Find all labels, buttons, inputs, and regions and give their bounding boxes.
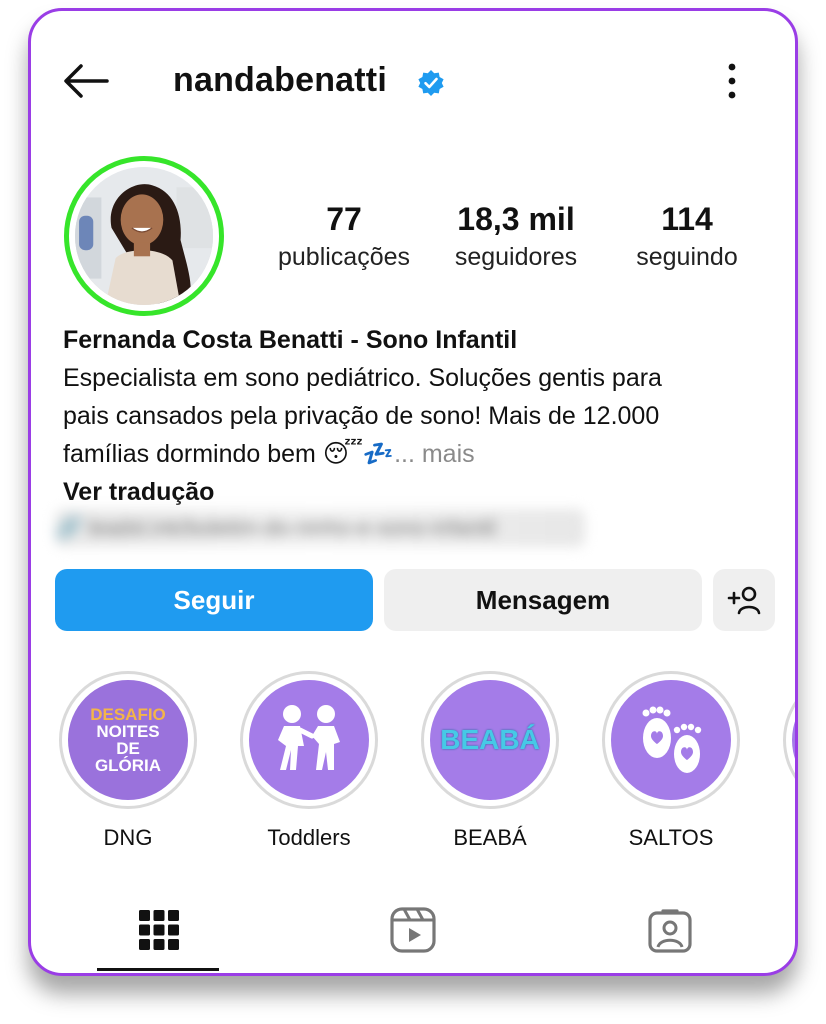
profile-avatar[interactable] xyxy=(64,156,224,316)
more-options-icon[interactable] xyxy=(717,57,747,105)
highlight-beaba[interactable]: BEABÁ BEABÁ xyxy=(415,671,565,851)
highlight-cover-text: DESAFIO NOITES DE GLÓRIA xyxy=(90,706,166,774)
profile-bio: Fernanda Costa Benatti - Sono Infantil E… xyxy=(63,321,763,511)
highlight-label: Toddlers xyxy=(267,825,351,850)
stat-posts[interactable]: 77 publicações xyxy=(269,199,419,275)
highlight-ring xyxy=(602,671,740,809)
highlight-dng[interactable]: DESAFIO NOITES DE GLÓRIA DNG xyxy=(53,671,203,851)
reels-icon[interactable] xyxy=(388,905,438,955)
back-arrow-icon[interactable] xyxy=(61,61,111,101)
grid-icon[interactable] xyxy=(134,905,184,955)
highlight-ring: BEABÁ xyxy=(421,671,559,809)
active-tab-indicator xyxy=(97,968,219,971)
following-label: seguindo xyxy=(636,243,738,271)
message-button[interactable]: Mensagem xyxy=(384,569,702,631)
highlight-ring xyxy=(240,671,378,809)
top-bar: nandabenatti xyxy=(31,51,795,111)
stat-following[interactable]: 114 seguindo xyxy=(617,199,757,275)
highlight-ring: DESAFIO NOITES DE GLÓRIA xyxy=(59,671,197,809)
baby-feet-icon xyxy=(642,706,702,773)
highlight-partial[interactable] xyxy=(777,671,795,809)
profile-photo xyxy=(75,167,213,305)
cover-line-3: DE xyxy=(116,739,140,758)
avatar-portrait xyxy=(75,167,213,305)
following-count: 114 xyxy=(661,201,713,237)
username: nandabenatti xyxy=(173,61,387,99)
highlight-cover xyxy=(792,680,795,800)
highlight-cover: BEABÁ xyxy=(430,680,550,800)
cover-line-4: GLÓRIA xyxy=(94,756,162,775)
highlight-cover-text: BEABÁ xyxy=(440,724,540,755)
profile-card: nandabenatti 77 publicações 18,3 mil seg… xyxy=(28,8,798,976)
follow-button[interactable]: Seguir xyxy=(55,569,373,631)
highlight-label: SALTOS xyxy=(628,825,714,850)
highlight-label: BEABÁ xyxy=(453,825,527,850)
bio-line-3-wrap: famílias dormindo bem 😴💤... mais xyxy=(63,435,763,473)
add-person-button[interactable] xyxy=(713,569,775,631)
tagged-icon[interactable] xyxy=(645,905,695,955)
see-translation-link[interactable]: Ver tradução xyxy=(63,473,763,511)
posts-count: 77 xyxy=(326,201,362,237)
children-icon xyxy=(278,705,340,770)
highlight-toddlers[interactable]: Toddlers xyxy=(234,671,384,851)
bio-link-blurred[interactable]: 🔗 leadsl.ink/boletim-do-ninho-e-sono-inf… xyxy=(55,509,585,547)
cover-line-2: NOITES xyxy=(96,722,160,741)
bio-line-1: Especialista em sono pediátrico. Soluçõe… xyxy=(63,364,662,392)
highlight-cover xyxy=(249,680,369,800)
bio-line-2: pais cansados pela privação de sono! Mai… xyxy=(63,402,660,430)
cover-line-1: DESAFIO xyxy=(90,705,166,724)
profile-tabs xyxy=(31,891,795,971)
highlight-cover: DESAFIO NOITES DE GLÓRIA xyxy=(68,680,188,800)
highlight-saltos[interactable]: SALTOS xyxy=(596,671,746,851)
bio-line-3: famílias dormindo bem 😴💤 xyxy=(63,440,395,468)
display-name: Fernanda Costa Benatti - Sono Infantil xyxy=(63,326,518,354)
followers-label: seguidores xyxy=(454,243,578,271)
bio-more-link[interactable]: ... mais xyxy=(394,440,475,468)
verified-badge-icon xyxy=(418,70,444,96)
add-person-icon xyxy=(727,586,761,615)
posts-label: publicações xyxy=(277,243,411,271)
highlight-cover xyxy=(611,680,731,800)
highlight-label: DNG xyxy=(103,825,153,850)
highlight-ring xyxy=(783,671,795,809)
stat-followers[interactable]: 18,3 mil seguidores xyxy=(441,199,591,275)
followers-count: 18,3 mil xyxy=(457,201,575,237)
